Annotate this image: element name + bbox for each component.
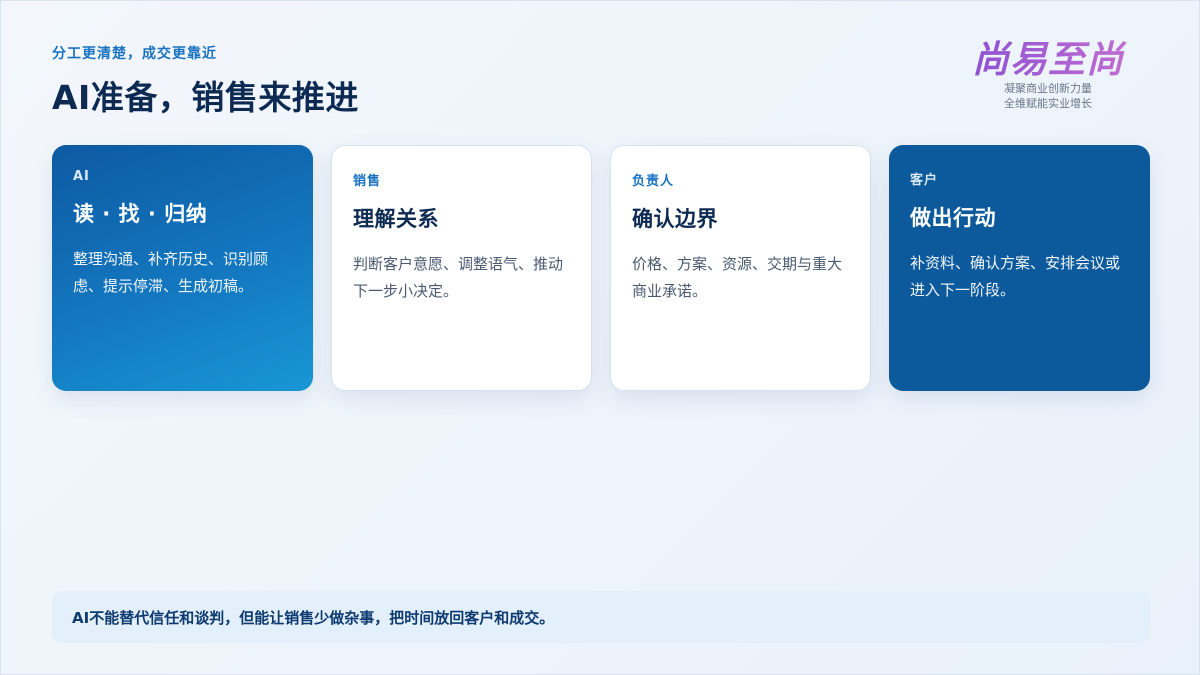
eyebrow-text: 分工更清楚，成交更靠近 — [52, 46, 217, 62]
card-tag: 销售 — [353, 174, 382, 189]
card-tag: AI — [73, 169, 90, 184]
brand-logo: 尚易至尚 — [953, 39, 1143, 81]
card-description: 整理沟通、补齐历史、识别顾虑、提示停滞、生成初稿。 — [73, 250, 269, 295]
card-owner: 负责人 确认边界 价格、方案、资源、交期与重大商业承诺。 — [610, 145, 871, 391]
card-description: 判断客户意愿、调整语气、推动下一步小决定。 — [353, 255, 564, 300]
role-cards: AI 读 · 找 · 归纳 整理沟通、补齐历史、识别顾虑、提示停滞、生成初稿。 … — [52, 145, 1150, 391]
footer-note: AI不能替代信任和谈判，但能让销售少做杂事，把时间放回客户和成交。 — [52, 591, 1150, 643]
brand-tagline-1: 凝聚商业创新力量 — [1004, 82, 1092, 95]
brand-tagline-2: 全维赋能实业增长 — [1004, 97, 1092, 110]
card-ai: AI 读 · 找 · 归纳 整理沟通、补齐历史、识别顾虑、提示停滞、生成初稿。 — [52, 145, 313, 391]
card-tag: 客户 — [910, 173, 939, 188]
card-title: 读 · 找 · 归纳 — [73, 202, 208, 226]
card-description: 补资料、确认方案、安排会议或进入下一阶段。 — [910, 254, 1121, 299]
card-title: 理解关系 — [353, 207, 439, 231]
page-title: AI准备，销售来推进 — [52, 78, 359, 117]
brand-block: 尚易至尚 凝聚商业创新力量 全维赋能实业增长 — [953, 39, 1143, 111]
card-description: 价格、方案、资源、交期与重大商业承诺。 — [632, 255, 843, 300]
card-title: 确认边界 — [632, 207, 718, 231]
card-title: 做出行动 — [910, 206, 996, 230]
card-sales: 销售 理解关系 判断客户意愿、调整语气、推动下一步小决定。 — [331, 145, 592, 391]
card-tag: 负责人 — [632, 174, 675, 189]
footer-text: AI不能替代信任和谈判，但能让销售少做杂事，把时间放回客户和成交。 — [72, 608, 555, 627]
card-customer: 客户 做出行动 补资料、确认方案、安排会议或进入下一阶段。 — [889, 145, 1150, 391]
